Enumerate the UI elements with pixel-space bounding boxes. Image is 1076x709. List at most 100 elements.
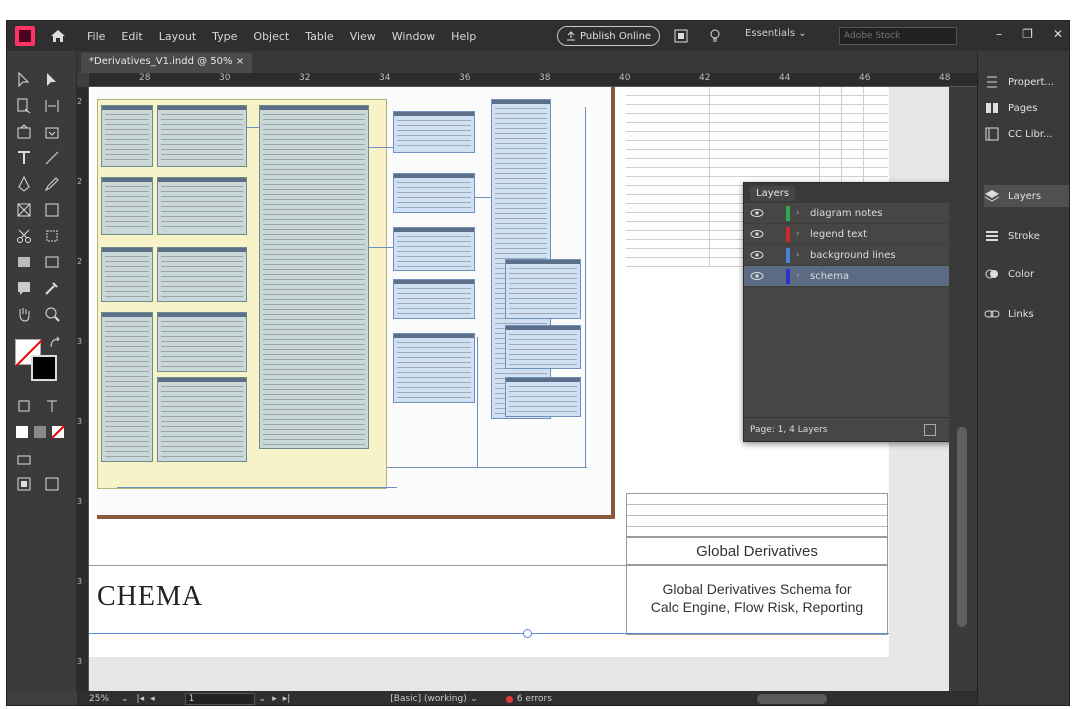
menu-edit[interactable]: Edit: [115, 30, 148, 43]
dock-links[interactable]: Links: [984, 303, 1069, 325]
schema-table[interactable]: [157, 377, 247, 462]
type-tool-icon[interactable]: [15, 149, 33, 167]
free-transform-tool-icon[interactable]: [43, 227, 61, 245]
new-layer-icon[interactable]: [924, 424, 936, 436]
apply-color-icon[interactable]: [13, 423, 31, 441]
schema-table[interactable]: [101, 312, 153, 462]
vertical-ruler[interactable]: 2 2 2 3 3 3 3 3: [77, 87, 89, 691]
layers-tab[interactable]: Layers: [750, 185, 796, 201]
restore-icon[interactable]: ❐: [1022, 27, 1033, 41]
normal-view-icon[interactable]: [15, 451, 33, 469]
home-icon[interactable]: [49, 27, 67, 45]
vertical-scrollbar[interactable]: [949, 87, 977, 691]
expand-caret-icon[interactable]: ›: [796, 229, 800, 239]
menu-view[interactable]: View: [344, 30, 382, 43]
dock-properties[interactable]: Propert...: [984, 71, 1069, 93]
schema-table[interactable]: [157, 247, 247, 302]
rectangle-tool-icon[interactable]: [43, 201, 61, 219]
chevron-down-icon[interactable]: ⌄: [470, 694, 478, 704]
document-canvas[interactable]: Global Derivatives Global Derivatives Sc…: [89, 87, 949, 691]
first-page-icon[interactable]: |◂: [137, 694, 145, 704]
menu-table[interactable]: Table: [299, 30, 339, 43]
scissors-tool-icon[interactable]: [15, 227, 33, 245]
expand-caret-icon[interactable]: ›: [796, 250, 800, 260]
document-tab[interactable]: *Derivatives_V1.indd @ 50% ×: [81, 53, 253, 73]
adobe-stock-search-input[interactable]: [839, 27, 957, 45]
layer-row[interactable]: › background lines: [744, 245, 949, 266]
dock-color[interactable]: Color: [984, 263, 1069, 285]
visibility-eye-icon[interactable]: [750, 229, 764, 239]
apply-none-icon[interactable]: [49, 423, 67, 441]
subtitle-block[interactable]: Global Derivatives Schema for Calc Engin…: [626, 565, 888, 635]
direct-selection-tool-icon[interactable]: [43, 71, 61, 89]
visibility-eye-icon[interactable]: [750, 250, 764, 260]
chevron-down-icon[interactable]: ⌄: [121, 694, 129, 704]
content-placer-icon[interactable]: [43, 123, 61, 141]
schema-title[interactable]: CHEMA: [97, 581, 203, 613]
dock-pages[interactable]: Pages: [984, 97, 1069, 119]
workspace-switcher[interactable]: Essentials ⌄: [745, 28, 807, 39]
horizontal-ruler[interactable]: 28 30 32 34 36 38 40 42 44 46 48: [89, 73, 977, 87]
gradient-feather-tool-icon[interactable]: [43, 253, 61, 271]
expand-caret-icon[interactable]: ›: [796, 271, 800, 281]
schema-diagram[interactable]: [97, 87, 615, 519]
schema-table[interactable]: [505, 325, 581, 369]
menu-file[interactable]: File: [81, 30, 111, 43]
preview-mode-icon[interactable]: [43, 475, 61, 493]
eyedropper-tool-icon[interactable]: [43, 279, 61, 297]
minimize-icon[interactable]: –: [996, 27, 1002, 41]
scrollbar-thumb[interactable]: [957, 427, 967, 627]
chevron-down-icon[interactable]: ⌄: [259, 694, 267, 704]
share-icon[interactable]: [673, 28, 689, 44]
content-collector-icon[interactable]: [15, 123, 33, 141]
swap-colors-icon[interactable]: [47, 335, 65, 353]
pencil-tool-icon[interactable]: [43, 175, 61, 193]
metadata-box[interactable]: [626, 493, 888, 537]
preflight-profile[interactable]: [Basic] (working): [390, 694, 470, 704]
hand-tool-icon[interactable]: [15, 305, 33, 323]
schema-table[interactable]: [393, 111, 475, 153]
expand-caret-icon[interactable]: ›: [796, 208, 800, 218]
publish-online-button[interactable]: Publish Online: [557, 26, 661, 46]
dock-layers[interactable]: Layers: [984, 185, 1069, 207]
menu-window[interactable]: Window: [386, 30, 441, 43]
schema-table[interactable]: [101, 247, 153, 302]
next-page-icon[interactable]: ▸: [272, 694, 277, 704]
last-page-icon[interactable]: ▸|: [283, 694, 291, 704]
schema-table[interactable]: [101, 105, 153, 167]
schema-table[interactable]: [505, 377, 581, 417]
page-number-field[interactable]: 1: [184, 693, 255, 705]
menu-layout[interactable]: Layout: [153, 30, 202, 43]
zoom-level[interactable]: 25%: [89, 694, 121, 704]
screen-mode-icon[interactable]: [15, 475, 33, 493]
schema-table[interactable]: [157, 177, 247, 235]
prev-page-icon[interactable]: ◂: [150, 694, 155, 704]
preflight-errors[interactable]: 6 errors: [517, 694, 552, 704]
close-tab-icon[interactable]: ×: [236, 56, 244, 67]
schema-table[interactable]: [393, 227, 475, 271]
menu-object[interactable]: Object: [247, 30, 295, 43]
visibility-eye-icon[interactable]: [750, 208, 764, 218]
line-tool-icon[interactable]: [43, 149, 61, 167]
visibility-eye-icon[interactable]: [750, 271, 764, 281]
schema-table[interactable]: [101, 177, 153, 235]
schema-table[interactable]: [393, 173, 475, 213]
lightbulb-icon[interactable]: [707, 28, 723, 44]
schema-table[interactable]: [393, 279, 475, 319]
gradient-swatch-tool-icon[interactable]: [15, 253, 33, 271]
layer-row-selected[interactable]: › schema: [744, 266, 949, 287]
schema-table[interactable]: [157, 105, 247, 167]
schema-table[interactable]: [505, 259, 581, 319]
note-tool-icon[interactable]: [15, 279, 33, 297]
schema-table[interactable]: [393, 333, 475, 403]
formatting-text-icon[interactable]: [43, 397, 61, 415]
menu-help[interactable]: Help: [445, 30, 482, 43]
apply-gradient-icon[interactable]: [31, 423, 49, 441]
selection-tool-icon[interactable]: [15, 71, 33, 89]
layer-row[interactable]: › legend text: [744, 224, 949, 245]
selection-handle[interactable]: [523, 629, 532, 638]
title-block[interactable]: Global Derivatives: [626, 537, 888, 565]
rectangle-frame-tool-icon[interactable]: [15, 201, 33, 219]
dock-cc-libraries[interactable]: CC Libr...: [984, 123, 1069, 145]
menu-type[interactable]: Type: [206, 30, 243, 43]
